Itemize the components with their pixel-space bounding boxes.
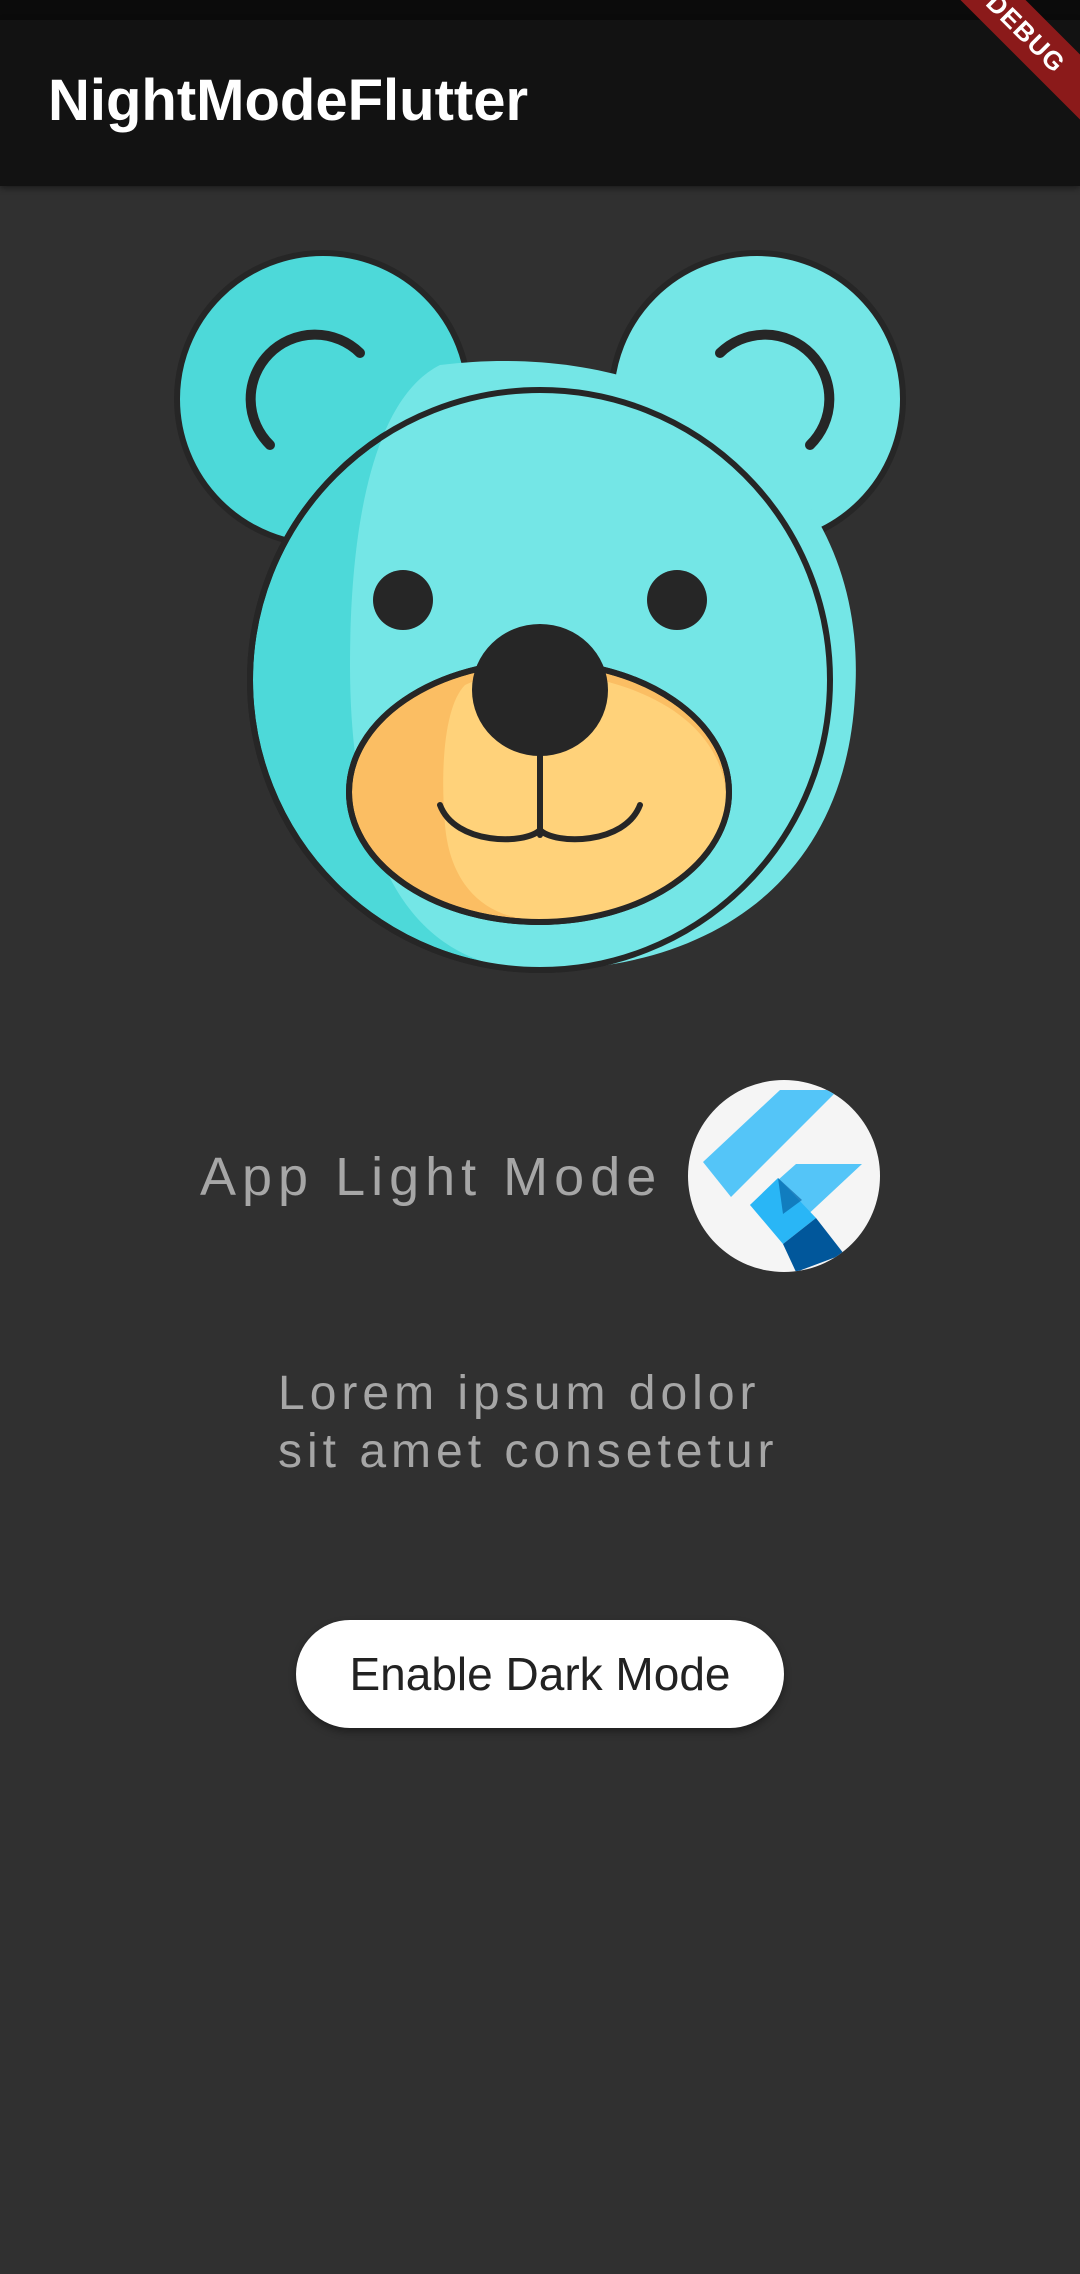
description-line-2: sit amet consetetur bbox=[278, 1425, 779, 1478]
description-line-1: Lorem ipsum dolor bbox=[278, 1367, 761, 1420]
debug-banner: DEBUG bbox=[940, 0, 1080, 140]
description-text: Lorem ipsum dolor sit amet consetetur bbox=[278, 1365, 898, 1481]
flutter-logo-icon bbox=[688, 1080, 880, 1272]
teddy-bear-icon bbox=[165, 245, 915, 975]
status-bar bbox=[0, 0, 1080, 20]
enable-dark-mode-button[interactable]: Enable Dark Mode bbox=[296, 1620, 784, 1728]
app-title: NightModeFlutter bbox=[48, 68, 529, 133]
mode-section: App Light Mode bbox=[0, 1080, 1080, 1275]
debug-banner-label: DEBUG bbox=[940, 0, 1080, 135]
app-bar: NightModeFlutter bbox=[0, 20, 1080, 186]
mode-label: App Light Mode bbox=[200, 1147, 663, 1207]
